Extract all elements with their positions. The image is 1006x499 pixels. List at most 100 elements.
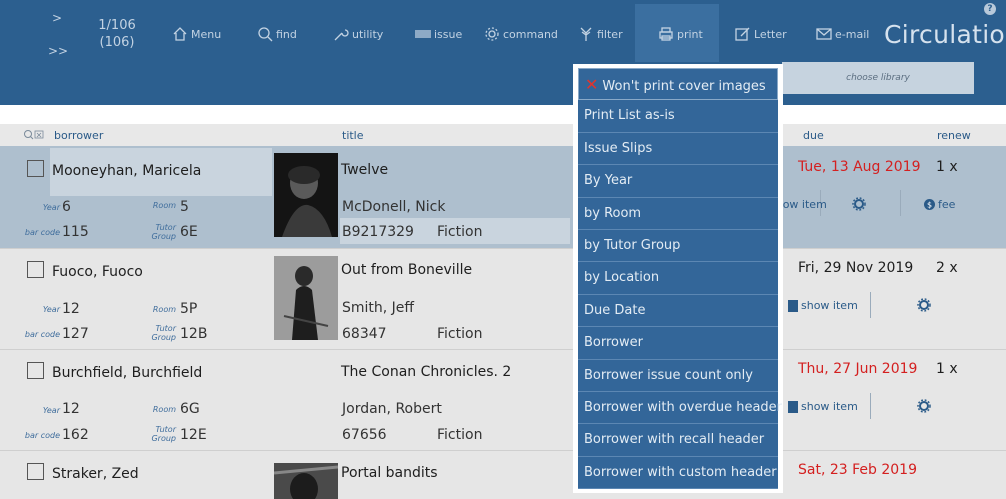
- year-label: Year: [42, 203, 60, 212]
- renew-count: 2 x: [936, 260, 958, 276]
- item-author: McDonell, Nick: [342, 199, 446, 215]
- row-checkbox[interactable]: [27, 261, 44, 278]
- divider: [900, 190, 901, 216]
- pager-position: 1/106: [98, 18, 136, 33]
- show-item-button[interactable]: show item: [788, 299, 858, 312]
- item-title[interactable]: The Conan Chronicles. 2: [341, 364, 511, 380]
- row-checkbox[interactable]: [27, 463, 44, 480]
- settings-gear-icon[interactable]: [917, 298, 931, 312]
- borrower-name[interactable]: Mooneyhan, Maricela: [52, 163, 201, 179]
- settings-gear-icon[interactable]: [852, 197, 866, 211]
- next-record-button[interactable]: >: [52, 11, 62, 25]
- column-headers: borrower title due renew: [0, 124, 1006, 146]
- email-button[interactable]: e-mail: [816, 24, 869, 44]
- row-checkbox[interactable]: [27, 362, 44, 379]
- borrower-name[interactable]: Straker, Zed: [52, 466, 139, 482]
- year-value: 12: [62, 301, 80, 317]
- renew-count: 1 x: [936, 159, 958, 175]
- item-code: 67656: [342, 427, 387, 443]
- show-item-button[interactable]: show item: [788, 400, 858, 413]
- find-button[interactable]: find: [257, 24, 297, 44]
- menu-item-borrower-recall[interactable]: Borrower with recall header: [578, 424, 778, 457]
- renew-count: 1 x: [936, 361, 958, 377]
- item-title[interactable]: Twelve: [341, 162, 388, 178]
- menu-item-by-location[interactable]: by Location: [578, 262, 778, 295]
- fee-button[interactable]: $ fee: [924, 198, 955, 211]
- due-date: Tue, 13 Aug 2019: [798, 159, 921, 175]
- app-header: > >> 1/106 (106) Menu find utility issue…: [0, 0, 1006, 105]
- command-button[interactable]: command: [484, 24, 558, 44]
- menu-item-by-year[interactable]: By Year: [578, 165, 778, 198]
- year-value: 6: [62, 199, 71, 215]
- letter-button[interactable]: Letter: [735, 24, 787, 44]
- cover-image: [274, 153, 338, 237]
- menu-item-issue-slips[interactable]: Issue Slips: [578, 132, 778, 166]
- library-select[interactable]: choose library: [782, 62, 974, 94]
- due-date: Thu, 27 Jun 2019: [798, 361, 918, 377]
- room-label: Room: [152, 305, 176, 314]
- pager-total: (106): [99, 35, 135, 50]
- row-checkbox[interactable]: [27, 160, 44, 177]
- menu-item-print-list[interactable]: Print List as-is: [578, 100, 778, 133]
- menu-item-borrower-count[interactable]: Borrower issue count only: [578, 359, 778, 392]
- column-search-icon[interactable]: [23, 129, 47, 141]
- due-date: Sat, 23 Feb 2019: [798, 462, 917, 478]
- envelope-icon: [816, 28, 832, 40]
- borrower-name[interactable]: Fuoco, Fuoco: [52, 264, 143, 280]
- dollar-icon: $: [924, 199, 935, 210]
- last-record-button[interactable]: >>: [48, 44, 68, 58]
- menu-item-due-date[interactable]: Due Date: [578, 294, 778, 328]
- table-row[interactable]: Fuoco, Fuoco Year 12 Room 5P bar code 12…: [0, 249, 1006, 349]
- pencil-icon: [735, 27, 750, 41]
- utility-button[interactable]: utility: [333, 24, 383, 44]
- year-label: Year: [42, 305, 60, 314]
- menu-button[interactable]: Menu: [172, 24, 221, 44]
- menu-item-by-tutor-group[interactable]: by Tutor Group: [578, 229, 778, 263]
- menu-item-borrower-overdue[interactable]: Borrower with overdue header: [578, 391, 782, 425]
- menu-item-no-cover-images[interactable]: ✕ Won't print cover images: [578, 68, 778, 101]
- home-icon: [173, 27, 187, 41]
- print-menu: ✕ Won't print cover images Print List as-…: [573, 64, 783, 493]
- item-author: Jordan, Robert: [342, 401, 442, 417]
- table-row[interactable]: Mooneyhan, Maricela Year 6 Room 5 bar co…: [0, 146, 1006, 248]
- cover-image: [274, 463, 338, 499]
- item-title[interactable]: Portal bandits: [341, 465, 438, 481]
- table-row[interactable]: Straker, Zed Portal bandits Sat, 23 Feb …: [0, 451, 1006, 499]
- item-genre: Fiction: [437, 427, 483, 443]
- room-value: 5: [180, 199, 189, 215]
- tutor-label: Tutor Group: [151, 324, 176, 342]
- room-value: 5P: [180, 301, 198, 317]
- borrower-column-header[interactable]: borrower: [54, 129, 103, 142]
- item-code: B9217329: [342, 224, 414, 240]
- borrower-name[interactable]: Burchfield, Burchfield: [52, 365, 202, 381]
- help-icon[interactable]: ?: [984, 3, 996, 15]
- menu-item-borrower[interactable]: Borrower: [578, 327, 778, 360]
- item-genre: Fiction: [437, 224, 483, 240]
- title-column-header[interactable]: title: [342, 129, 364, 142]
- year-value: 12: [62, 401, 80, 417]
- search-icon: [258, 27, 273, 42]
- menu-item-borrower-custom[interactable]: Borrower with custom header: [578, 456, 778, 490]
- svg-text:$: $: [927, 201, 932, 210]
- renew-column-header[interactable]: renew: [937, 129, 971, 142]
- room-value: 6G: [180, 401, 200, 417]
- cover-image: [274, 256, 338, 340]
- barcode-value: 115: [62, 224, 89, 240]
- print-button[interactable]: print: [658, 24, 703, 44]
- filter-icon: [580, 27, 592, 41]
- app-title: Circulation: [884, 20, 1006, 49]
- table-row[interactable]: Burchfield, Burchfield Year 12 Room 6G b…: [0, 350, 1006, 450]
- issue-button[interactable]: issue: [415, 24, 462, 44]
- barcode-label: bar code: [24, 431, 60, 440]
- tutor-value: 6E: [180, 224, 198, 240]
- filter-button[interactable]: filter: [578, 24, 623, 44]
- item-title[interactable]: Out from Boneville: [341, 262, 472, 278]
- due-column-header[interactable]: due: [803, 129, 824, 142]
- tutor-value: 12E: [180, 427, 207, 443]
- settings-gear-icon[interactable]: [917, 399, 931, 413]
- divider: [870, 292, 871, 318]
- item-author: Smith, Jeff: [342, 300, 415, 316]
- menu-item-by-room[interactable]: by Room: [578, 197, 778, 230]
- room-label: Room: [152, 201, 176, 210]
- item-code: 68347: [342, 326, 387, 342]
